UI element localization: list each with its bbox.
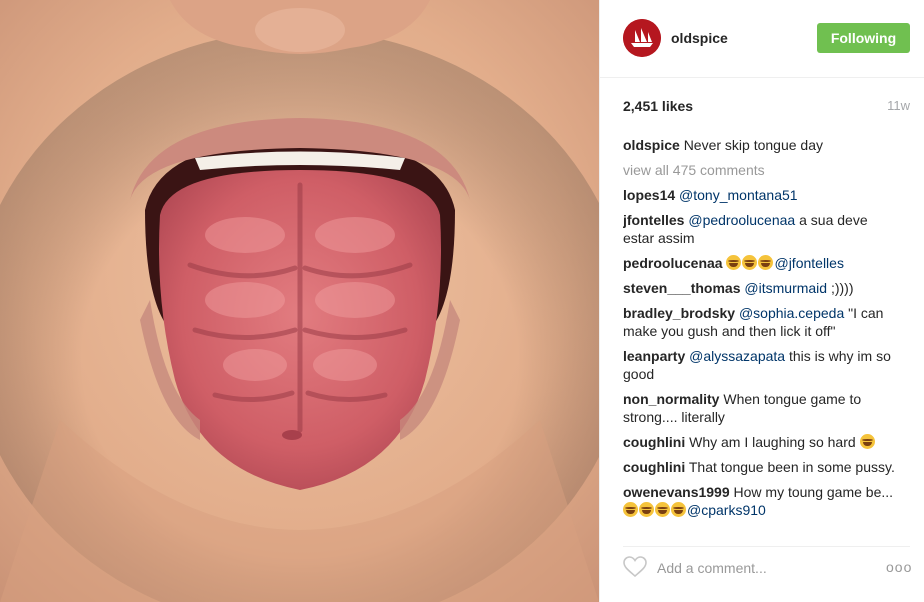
caption-text: Never skip tongue day xyxy=(683,137,823,153)
more-options-icon[interactable]: ooo xyxy=(886,559,911,575)
view-all-comments-link[interactable]: view all 475 comments xyxy=(623,161,895,179)
add-comment-row: ooo xyxy=(623,546,911,590)
comment-text: Why am I laughing so hard xyxy=(689,434,856,450)
comment-username[interactable]: coughlini xyxy=(623,459,685,475)
comment-text: ;)))) xyxy=(827,280,854,296)
comment-mention[interactable]: @cparks910 xyxy=(687,502,766,518)
caption: oldspice Never skip tongue day xyxy=(623,136,895,154)
comment-username[interactable]: pedroolucenaa xyxy=(623,255,723,271)
post-age[interactable]: 11w xyxy=(887,98,910,113)
likes-count[interactable]: 2,451 likes xyxy=(623,98,693,114)
username-link[interactable]: oldspice xyxy=(671,30,728,46)
comment-username[interactable]: lopes14 xyxy=(623,187,675,203)
post-sidebar: oldspice Following 2,451 likes 11w oldsp… xyxy=(599,0,924,602)
post-image xyxy=(0,0,599,602)
list-item: lopes14 @tony_montana51 xyxy=(623,186,895,204)
following-button[interactable]: Following xyxy=(817,23,910,53)
ship-icon xyxy=(623,19,661,57)
comment-text: How my toung game be... xyxy=(733,484,894,500)
add-comment-input[interactable] xyxy=(657,557,872,579)
list-item: non_normality When tongue game to strong… xyxy=(623,390,895,426)
list-item: steven___thomas @itsmurmaid ;)))) xyxy=(623,279,895,297)
comment-mention[interactable]: @jfontelles xyxy=(774,255,843,271)
laughing-emoji-icon xyxy=(758,255,774,270)
comment-mention[interactable]: @tony_montana51 xyxy=(679,187,798,203)
list-item: coughlini Why am I laughing so hard 😂 xyxy=(623,433,895,451)
heart-icon[interactable] xyxy=(623,556,647,578)
likes-row: 2,451 likes 11w xyxy=(623,98,910,116)
avatar[interactable] xyxy=(623,19,661,57)
comment-mention[interactable]: @sophia.cepeda xyxy=(739,305,844,321)
list-item: bradley_brodsky @sophia.cepeda "I can ma… xyxy=(623,304,895,340)
post-photo[interactable] xyxy=(0,0,599,602)
comment-username[interactable]: coughlini xyxy=(623,434,685,450)
post-header: oldspice Following xyxy=(600,0,924,78)
laughing-emoji-icon xyxy=(726,255,742,270)
comment-username[interactable]: jfontelles xyxy=(623,212,684,228)
laughing-emoji-icon xyxy=(742,255,758,270)
comment-mention[interactable]: @itsmurmaid xyxy=(744,280,827,296)
comment-username[interactable]: leanparty xyxy=(623,348,685,364)
laughing-emoji-icon xyxy=(671,502,686,517)
list-item: owenevans1999 How my toung game be... 😒😂… xyxy=(623,483,895,519)
comment-username[interactable]: bradley_brodsky xyxy=(623,305,735,321)
comment-username[interactable]: steven___thomas xyxy=(623,280,741,296)
laughing-emoji-icon xyxy=(859,434,875,449)
comment-text: That tongue been in some pussy. xyxy=(688,459,895,475)
comment-mention[interactable]: @alyssazapata xyxy=(689,348,785,364)
list-item: coughlini That tongue been in some pussy… xyxy=(623,458,895,476)
laughing-emoji-icon xyxy=(639,502,654,517)
laughing-emoji-icon xyxy=(655,502,670,517)
list-item: leanparty @alyssazapata this is why im s… xyxy=(623,347,895,383)
comment-username[interactable]: oldspice xyxy=(623,137,680,153)
list-item: pedroolucenaa 😂😂😂@jfontelles xyxy=(623,254,895,272)
comments-list: oldspice Never skip tongue day view all … xyxy=(623,136,895,532)
comment-username[interactable]: non_normality xyxy=(623,391,719,407)
list-item: jfontelles @pedroolucenaa a sua deve est… xyxy=(623,211,895,247)
comment-mention[interactable]: @pedroolucenaa xyxy=(688,212,795,228)
unamused-emoji-icon xyxy=(623,502,638,517)
comment-username[interactable]: owenevans1999 xyxy=(623,484,730,500)
